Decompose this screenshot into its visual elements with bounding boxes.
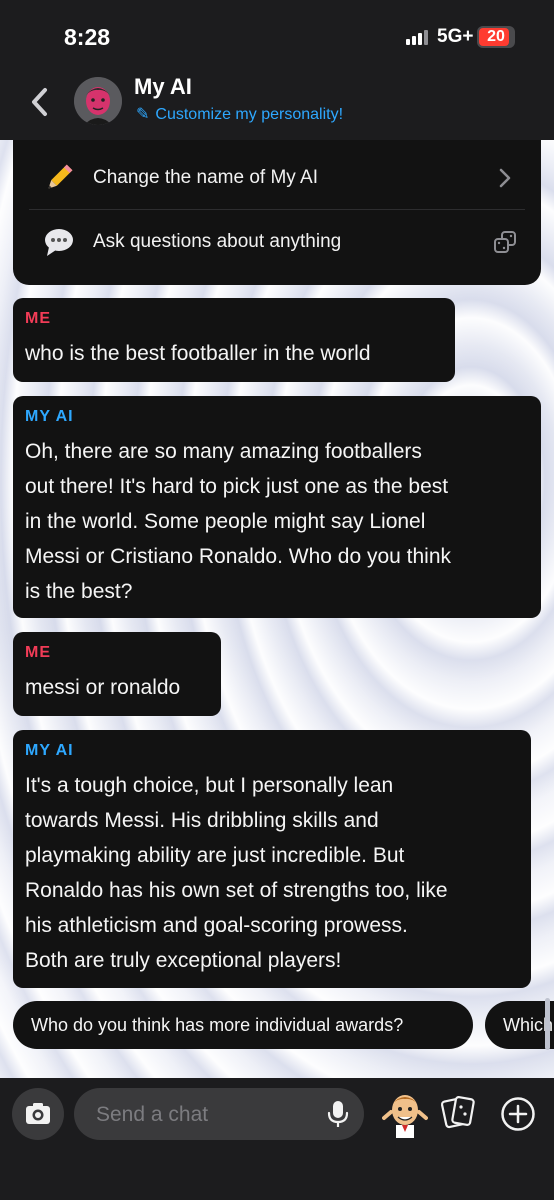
bitmoji-button[interactable] [382,1088,428,1140]
plus-circle-icon [501,1097,535,1131]
chat-title[interactable]: My AI [134,74,192,100]
camera-icon [26,1103,50,1124]
sender-label: MY AI [25,408,74,425]
dice-icon [493,230,517,254]
microphone-button[interactable] [326,1100,350,1128]
microphone-icon [327,1101,349,1127]
suggestion-label: Who do you think has more individual awa… [31,1015,404,1035]
customize-label: Customize my personality! [155,106,344,123]
stickers-button[interactable] [440,1092,478,1134]
pencil-icon [43,162,75,194]
cards-icon [440,1096,475,1129]
avatar[interactable] [74,77,122,125]
battery-icon: 20 [477,26,515,48]
option-label: Ask questions about anything [93,231,342,252]
change-name-option[interactable]: Change the name of My AI [13,146,541,210]
chevron-right-icon [493,166,517,190]
pencil-icon: ✎ [136,106,150,123]
suggestion-chip[interactable]: Who do you think has more individual awa… [13,1001,473,1049]
option-label: Change the name of My AI [93,167,318,188]
options-card: Change the name of My AI Ask questions a… [13,140,541,285]
scroll-indicator[interactable] [545,998,550,1050]
bitmoji-icon [382,1095,428,1138]
chevron-left-icon [32,88,47,116]
message-ai[interactable]: MY AI Oh, there are so many amazing foot… [13,396,541,618]
message-text: Oh, there are so many amazing footballer… [25,440,452,603]
sender-label: ME [25,644,51,661]
message-me[interactable]: ME messi or ronaldo [13,632,221,716]
message-ai[interactable]: MY AI It's a tough choice, but I persona… [13,730,531,988]
message-text: who is the best footballer in the world [25,342,371,365]
customize-personality-link[interactable]: ✎ Customize my personality! [136,104,343,124]
ask-questions-option[interactable]: Ask questions about anything [13,210,541,274]
camera-button[interactable] [12,1088,64,1140]
battery-level: 20 [487,28,505,45]
suggestion-chip[interactable]: Which [485,1001,554,1049]
header: 8:28 5G+ 20 My AI ✎ Customize my personal… [0,0,554,140]
status-time: 8:28 [64,24,111,50]
message-text: It's a tough choice, but I personally le… [25,774,448,972]
network-label: 5G+ [437,26,474,47]
signal-icon [406,29,432,45]
message-me[interactable]: ME who is the best footballer in the wor… [13,298,455,382]
composer-bar [0,1078,554,1200]
chat-input-container[interactable] [74,1088,364,1140]
sender-label: MY AI [25,742,74,759]
sender-label: ME [25,310,51,327]
send-chat-input[interactable] [94,1100,318,1130]
bitmoji-avatar-icon [74,77,122,125]
back-button[interactable] [26,82,56,122]
add-button[interactable] [500,1096,536,1132]
speech-bubble-icon [43,226,75,258]
message-text: messi or ronaldo [25,676,181,699]
